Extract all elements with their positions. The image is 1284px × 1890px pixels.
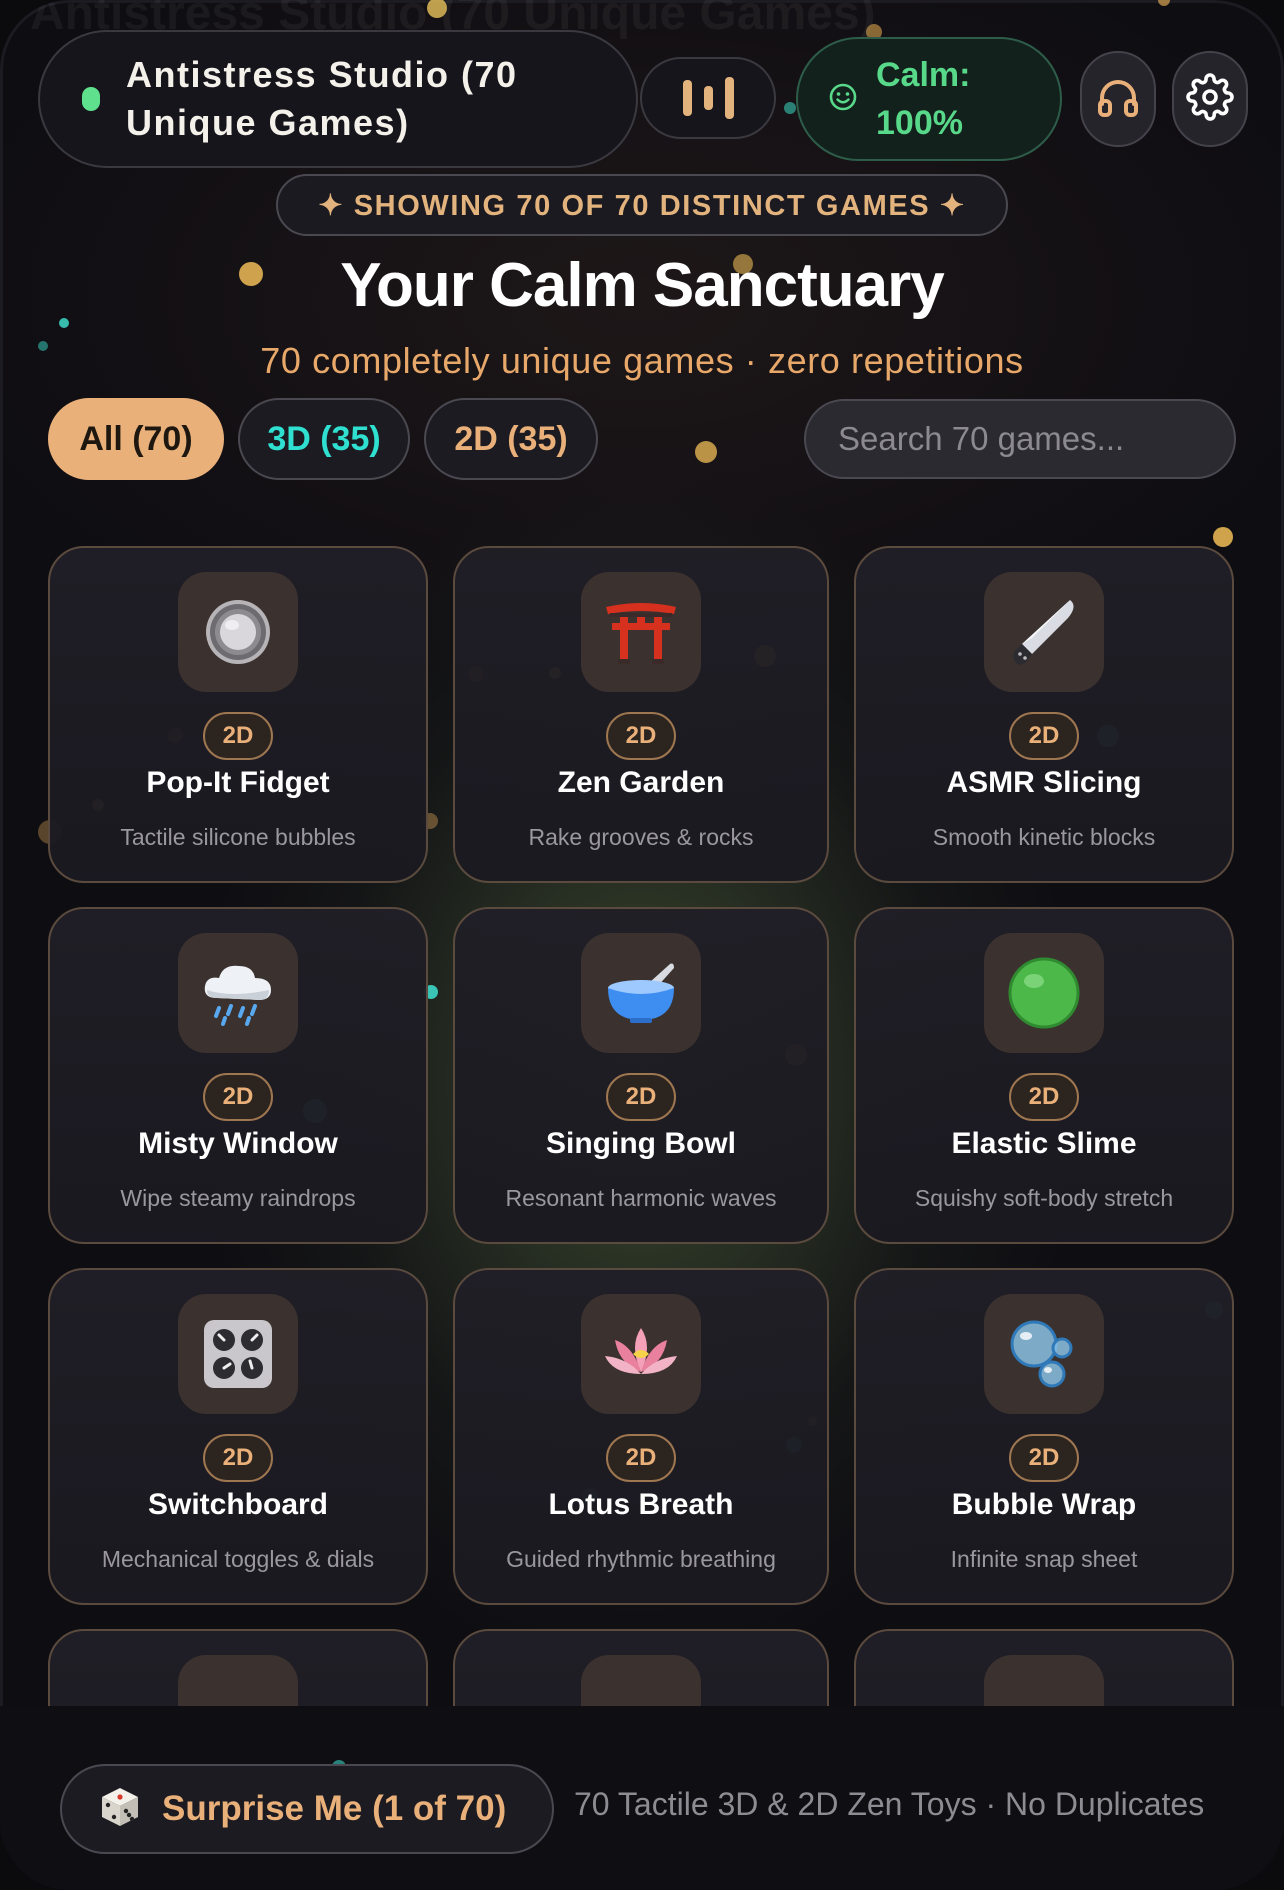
game-description: Squishy soft-body stretch <box>914 1185 1174 1211</box>
dice-icon <box>98 1785 142 1834</box>
hourglass-icon <box>984 1655 1104 1706</box>
gear-icon <box>1186 72 1234 126</box>
game-type-badge: 2D <box>1009 1434 1079 1482</box>
game-type-badge: 2D <box>203 1073 273 1121</box>
headphones-button[interactable] <box>1080 51 1156 147</box>
equalizer-icon <box>682 80 692 116</box>
game-title: Bubble Wrap <box>951 1488 1137 1521</box>
game-card[interactable]: 2D Pop-It Fidget Tactile silicone bubble… <box>48 546 428 883</box>
footer-bar: Surprise Me (1 of 70) 70 Tactile 3D & 2D… <box>0 1706 1284 1890</box>
game-title: Singing Bowl <box>546 1127 736 1160</box>
game-card[interactable] <box>453 1629 829 1706</box>
filter-tab-2d[interactable]: 2D (35) <box>424 398 598 480</box>
equalizer-bar <box>724 77 734 119</box>
game-card[interactable] <box>854 1629 1234 1706</box>
calm-meter[interactable]: Calm: 100% <box>796 37 1062 161</box>
page-subtitle: 70 completely unique games · zero repeti… <box>260 340 1024 381</box>
game-description: Rake grooves & rocks <box>528 824 754 850</box>
equalizer-bar <box>703 86 713 110</box>
game-description: Smooth kinetic blocks <box>932 824 1156 850</box>
game-title: Elastic Slime <box>951 1127 1137 1160</box>
game-title: Switchboard <box>147 1488 328 1521</box>
game-card[interactable]: 2D Switchboard Mechanical toggles & dial… <box>48 1268 428 1605</box>
games-count-banner: ✦ SHOWING 70 OF 70 DISTINCT GAMES ✦ <box>276 174 1008 236</box>
footer-tagline: 70 Tactile 3D & 2D Zen Toys · No Duplica… <box>574 1786 1205 1822</box>
status-dot <box>82 87 100 111</box>
surprise-me-label: Surprise Me (1 of 70) <box>162 1789 507 1828</box>
app-screen: Antistress Studio (70 Unique Games) Anti… <box>0 0 1284 1890</box>
game-card[interactable]: 2D Elastic Slime Squishy soft-body stret… <box>854 907 1234 1244</box>
page-title: Your Calm Sanctuary <box>340 251 944 320</box>
game-type-badge: 2D <box>606 1434 676 1482</box>
game-card[interactable]: 2D ASMR Slicing Smooth kinetic blocks <box>854 546 1234 883</box>
games-grid-viewport[interactable]: 2D Pop-It Fidget Tactile silicone bubble… <box>0 540 1284 1706</box>
game-title: Misty Window <box>138 1127 338 1160</box>
game-description: Wipe steamy raindrops <box>120 1185 356 1211</box>
game-description: Guided rhythmic breathing <box>506 1546 776 1572</box>
game-card[interactable]: 2D Zen Garden Rake grooves & rocks <box>453 546 829 883</box>
game-description: Resonant harmonic waves <box>505 1185 777 1211</box>
rain-cloud-icon <box>178 933 298 1053</box>
game-description: Infinite snap sheet <box>950 1546 1138 1572</box>
game-type-badge: 2D <box>606 712 676 760</box>
game-type-badge: 2D <box>1009 712 1079 760</box>
game-title: ASMR Slicing <box>946 766 1142 799</box>
game-type-badge: 2D <box>203 712 273 760</box>
torii-gate-icon <box>581 572 701 692</box>
particle <box>695 441 717 463</box>
game-card[interactable]: 2D Lotus Breath Guided rhythmic breathin… <box>453 1268 829 1605</box>
search-input[interactable] <box>804 399 1236 479</box>
bubbles-icon <box>984 1294 1104 1414</box>
games-grid: 2D Pop-It Fidget Tactile silicone bubble… <box>48 546 1236 1706</box>
game-title: Lotus Breath <box>548 1488 734 1521</box>
calm-status: Calm: 100% <box>876 56 971 142</box>
game-card[interactable]: 2D Misty Window Wipe steamy raindrops <box>48 907 428 1244</box>
rock-icon <box>581 1655 701 1706</box>
game-description: Tactile silicone bubbles <box>120 824 356 850</box>
bowl-icon <box>581 933 701 1053</box>
game-card[interactable]: 2D Singing Bowl Resonant harmonic waves <box>453 907 829 1244</box>
particle <box>784 102 796 114</box>
filter-tab-3d[interactable]: 3D (35) <box>238 398 410 480</box>
sound-visualizer-button[interactable] <box>640 57 776 139</box>
game-type-badge: 2D <box>1009 1073 1079 1121</box>
blue-item-icon <box>178 1655 298 1706</box>
control-knobs-icon <box>178 1294 298 1414</box>
app-title: Antistress Studio (70 Unique Games) <box>126 54 518 143</box>
game-description: Mechanical toggles & dials <box>101 1546 375 1572</box>
knife-icon <box>984 572 1104 692</box>
filter-tab-all[interactable]: All (70) <box>48 398 224 480</box>
green-slime-icon <box>984 933 1104 1053</box>
headphones-icon <box>1096 76 1140 123</box>
game-card[interactable] <box>48 1629 428 1706</box>
game-type-badge: 2D <box>606 1073 676 1121</box>
surprise-me-button[interactable]: Surprise Me (1 of 70) <box>60 1764 554 1854</box>
game-title: Pop-It Fidget <box>146 766 330 799</box>
game-type-badge: 2D <box>203 1434 273 1482</box>
fidget-disc-icon <box>178 572 298 692</box>
app-title-pill: Antistress Studio (70 Unique Games) <box>38 30 638 168</box>
settings-button[interactable] <box>1172 51 1248 147</box>
particle <box>1158 0 1170 6</box>
game-card[interactable]: 2D Bubble Wrap Infinite snap sheet <box>854 1268 1234 1605</box>
lotus-icon <box>581 1294 701 1414</box>
smiley-icon <box>828 82 858 117</box>
game-title: Zen Garden <box>557 766 725 799</box>
